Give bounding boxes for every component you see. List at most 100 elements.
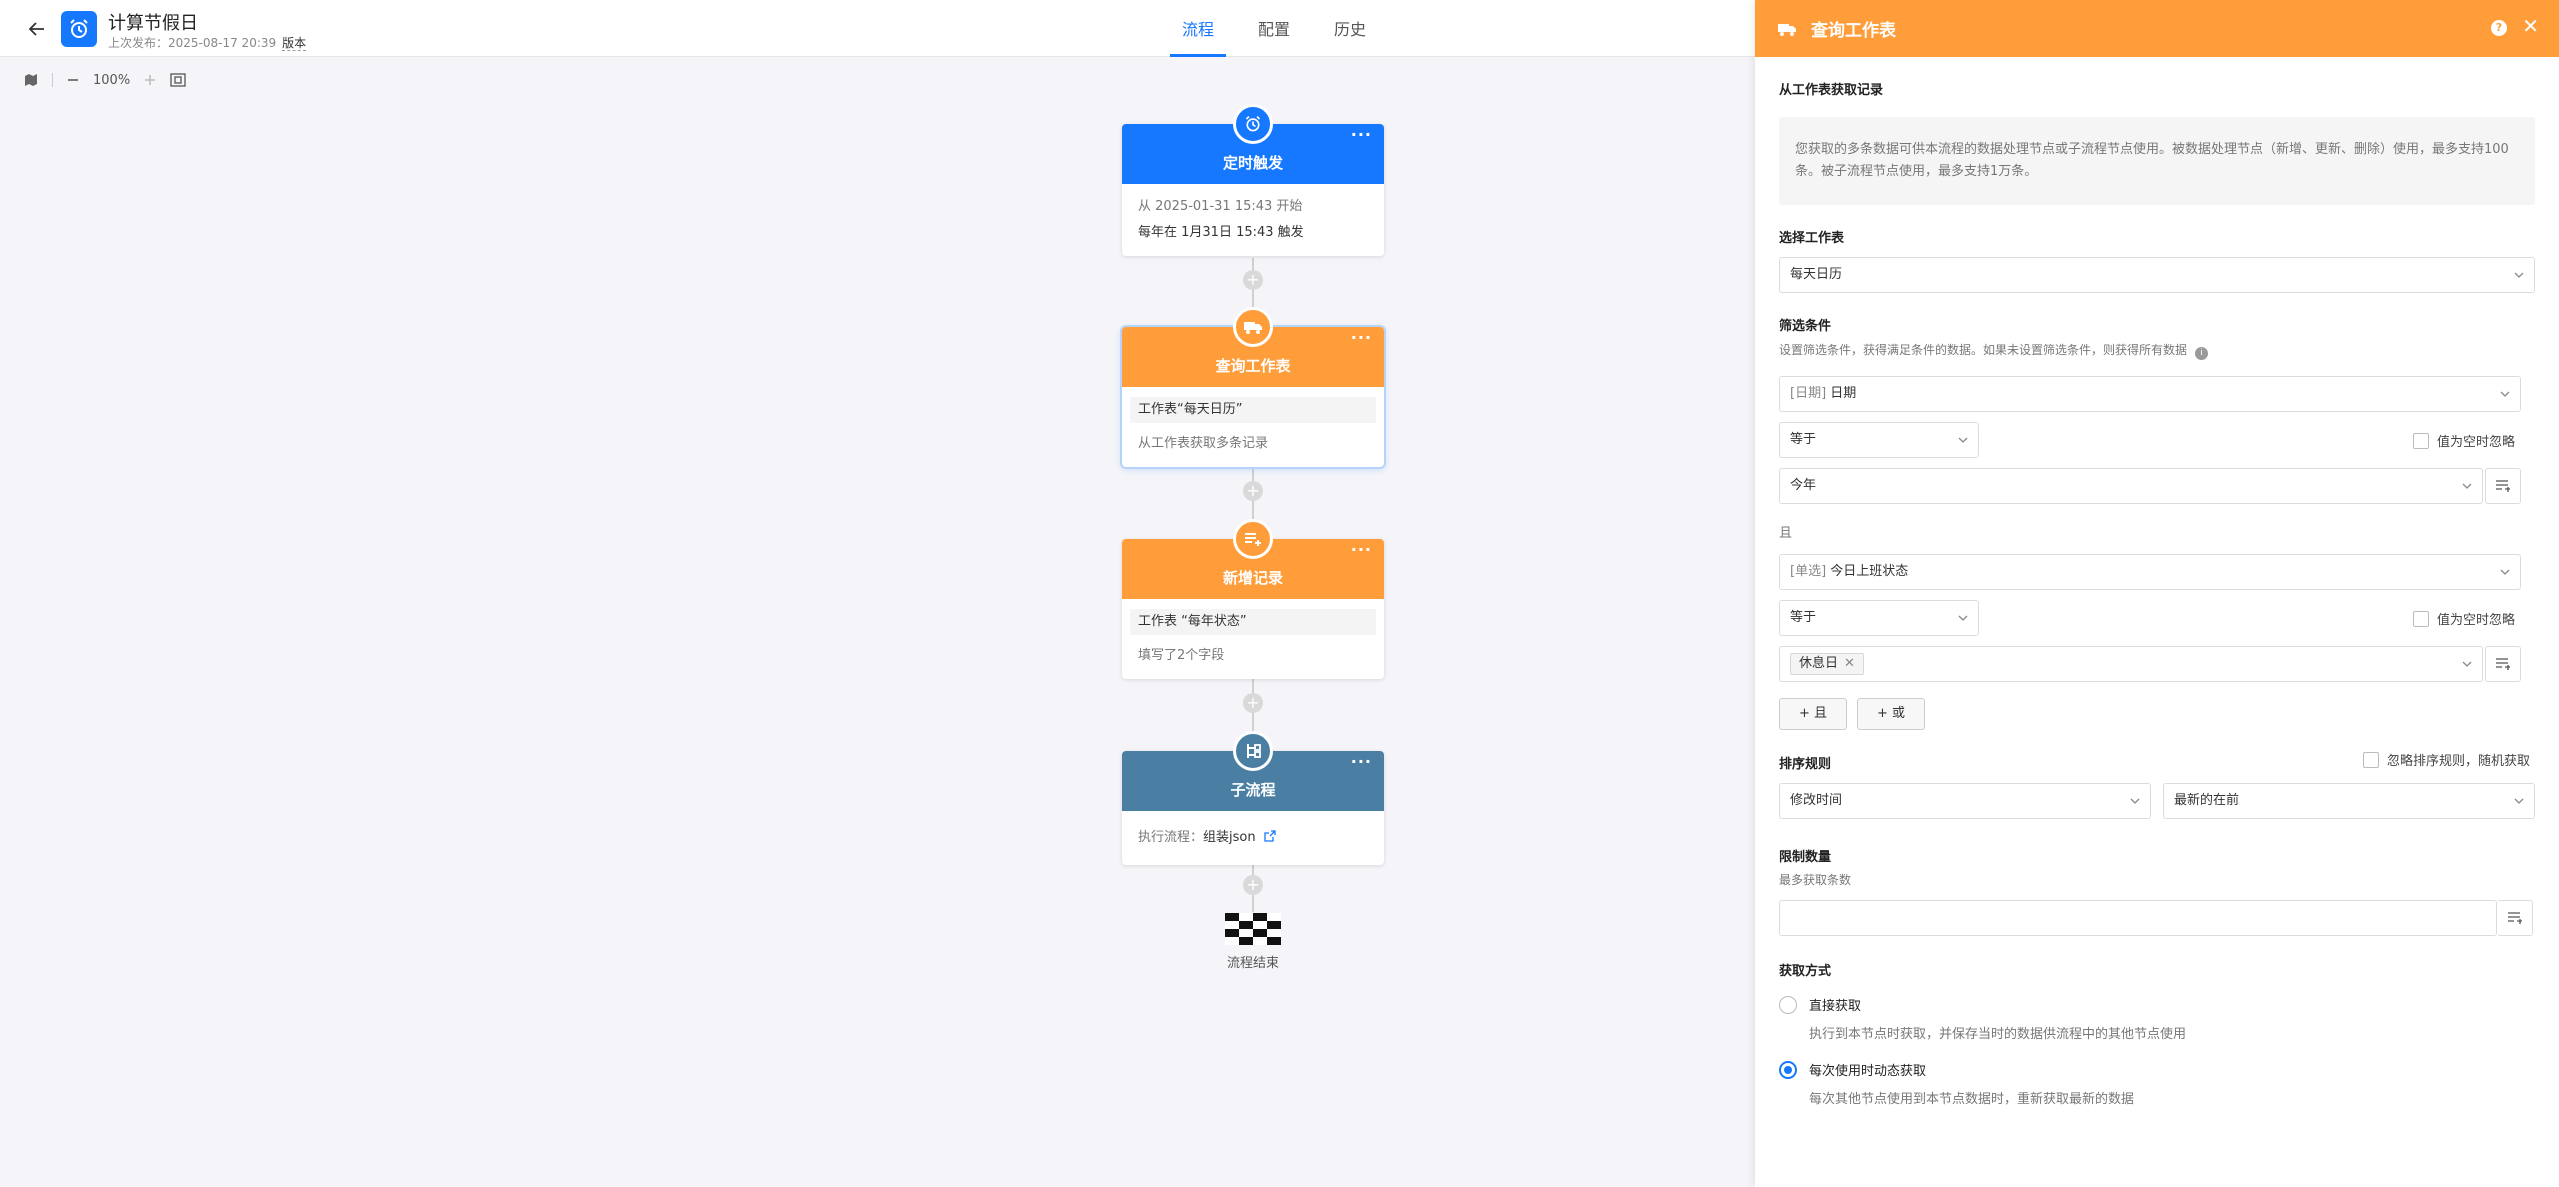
node-timer-trigger[interactable]: 定时触发 ··· 从 2025-01-31 15:43 开始 每年在 1月31日… (1122, 104, 1384, 256)
checkbox-box (2413, 610, 2429, 627)
node-title: 子流程 (1230, 780, 1276, 799)
truck-icon (1778, 23, 1796, 36)
sort-order-select[interactable]: 最新的在前 (2163, 783, 2535, 819)
node-query-sheet[interactable]: 查询工作表 ··· 工作表“每天日历” 从工作表获取多条记录 (1122, 307, 1384, 467)
condition-1-ignore-empty-checkbox[interactable]: 值为空时忽略 (2413, 431, 2515, 450)
add-node-button[interactable]: + (1243, 270, 1263, 290)
minus-icon (68, 79, 78, 81)
node-more-button[interactable]: ··· (1351, 542, 1372, 558)
add-or-condition-button[interactable]: + 或 (1857, 698, 1925, 730)
node-more-button[interactable]: ··· (1351, 330, 1372, 346)
chevron-down-icon (2130, 798, 2140, 804)
node-body: 工作表“每天日历” 从工作表获取多条记录 (1122, 387, 1384, 467)
node-title: 定时触发 (1222, 153, 1283, 172)
app-title: 计算节假日 (108, 13, 198, 34)
limit-input[interactable] (1779, 900, 2497, 936)
condition-1-value-select[interactable]: 今年 (1779, 468, 2483, 504)
chevron-down-icon (1958, 437, 1968, 443)
condition-1-operator-select[interactable]: 等于 (1779, 422, 1979, 458)
sort-field-value: 修改时间 (1790, 793, 1843, 808)
node-subflow[interactable]: 子流程 ··· 执行流程：组装json (1122, 731, 1384, 865)
add-node-button[interactable]: + (1243, 481, 1263, 501)
tab-config[interactable]: 配置 (1246, 0, 1302, 57)
condition-2-operator-select[interactable]: 等于 (1779, 600, 1979, 636)
sort-label: 排序规则 (1779, 757, 1832, 772)
operator-value: 等于 (1790, 432, 1817, 447)
chevron-down-icon (2500, 391, 2510, 397)
remove-tag-icon[interactable]: ✕ (1844, 656, 1855, 671)
node-header: 子流程 ··· (1122, 731, 1384, 811)
sort-order-value: 最新的在前 (2174, 793, 2240, 808)
condition-2-dynamic-value-button[interactable] (2485, 646, 2521, 682)
app-icon (61, 11, 97, 47)
field-type-prefix: [单选] (1790, 564, 1827, 579)
condition-2-ignore-empty-checkbox[interactable]: 值为空时忽略 (2413, 609, 2515, 628)
operator-value: 等于 (1790, 610, 1817, 625)
info-icon[interactable]: i (2194, 347, 2208, 360)
condition-1-field-select[interactable]: [日期] 日期 (1779, 376, 2521, 412)
node-start-time: 从 2025-01-31 15:43 开始 (1138, 199, 1303, 214)
add-node-button[interactable]: + (1243, 693, 1263, 713)
list-add-icon (1245, 533, 1261, 546)
tag-label: 休息日 (1799, 656, 1839, 671)
node-badge (1233, 731, 1273, 771)
node-more-button[interactable]: ··· (1351, 754, 1372, 770)
fetch-dynamic-radio[interactable]: 每次使用时动态获取 (1779, 1060, 1926, 1079)
sort-field-select[interactable]: 修改时间 (1779, 783, 2151, 819)
add-node-button[interactable]: + (1243, 875, 1263, 895)
sheet-select[interactable]: 每天日历 (1779, 257, 2535, 293)
add-and-condition-button[interactable]: + 且 (1779, 698, 1847, 730)
checkbox-box (2413, 432, 2429, 449)
back-button[interactable] (24, 16, 50, 42)
checkbox-label: 值为空时忽略 (2437, 613, 2516, 628)
chevron-down-icon (2500, 569, 2510, 575)
version-link[interactable]: 版本 (282, 36, 307, 51)
node-subflow-info: 执行流程：组装json (1130, 825, 1376, 851)
truck-icon (1244, 322, 1262, 334)
zoom-level: 100% (93, 72, 131, 88)
condition-2-field-select[interactable]: [单选] 今日上班状态 (1779, 554, 2521, 590)
condition-value: 今年 (1790, 478, 1817, 493)
minimap-button[interactable] (24, 73, 38, 87)
map-icon (25, 74, 37, 86)
help-icon[interactable]: ? (2491, 20, 2507, 36)
node-more-button[interactable]: ··· (1351, 127, 1372, 143)
subflow-name: 组装json (1203, 830, 1256, 845)
node-title: 新增记录 (1222, 568, 1283, 587)
tab-flow[interactable]: 流程 (1170, 0, 1227, 57)
node-badge (1233, 519, 1273, 559)
limit-dynamic-value-button[interactable] (2497, 900, 2533, 936)
fit-view-button[interactable] (170, 73, 186, 87)
filter-label: 筛选条件 (1779, 319, 1832, 334)
zoom-out-button[interactable] (67, 74, 79, 86)
publish-time: 上次发布：2025-08-17 20:39 (108, 36, 277, 50)
checkbox-label: 忽略排序规则，随机获取 (2387, 754, 2531, 769)
chevron-down-icon (1958, 615, 1968, 621)
fetch-mode-label: 获取方式 (1779, 964, 1832, 979)
node-add-record[interactable]: 新增记录 ··· 工作表 “每年状态” 填写了2个字段 (1122, 519, 1384, 679)
node-body: 工作表 “每年状态” 填写了2个字段 (1122, 599, 1384, 679)
node-body: 从 2025-01-31 15:43 开始 每年在 1月31日 15:43 触发 (1122, 184, 1384, 256)
value-tag: 休息日 ✕ (1790, 653, 1864, 675)
arrow-left-icon (28, 22, 44, 36)
filter-desc: 设置筛选条件，获得满足条件的数据。如果未设置筛选条件，则获得所有数据 i (1779, 341, 2208, 360)
external-link-icon[interactable] (1264, 830, 1276, 842)
alarm-clock-icon (1245, 116, 1261, 132)
panel-header: 查询工作表 ? ✕ (1755, 0, 2559, 57)
field-type-prefix: [日期] (1790, 386, 1827, 401)
condition-2-value-select[interactable]: 休息日 ✕ (1779, 646, 2483, 682)
zoom-in-button[interactable] (144, 74, 156, 86)
fetch-direct-radio[interactable]: 直接获取 (1779, 995, 1861, 1014)
tab-history[interactable]: 历史 (1322, 0, 1378, 57)
close-icon[interactable]: ✕ (2522, 14, 2539, 38)
checkbox-label: 值为空时忽略 (2437, 435, 2516, 450)
node-schedule: 每年在 1月31日 15:43 触发 (1138, 225, 1304, 240)
condition-1-dynamic-value-button[interactable] (2485, 468, 2521, 504)
toolbar-divider (52, 73, 53, 87)
ignore-sort-checkbox[interactable]: 忽略排序规则，随机获取 (2363, 750, 2530, 769)
node-sheet-name: 工作表“每天日历” (1130, 397, 1376, 423)
node-config-panel: 查询工作表 ? ✕ 从工作表获取记录 您获取的多条数据可供本流程的数据处理节点或… (1755, 0, 2559, 1187)
limit-desc: 最多获取条数 (1779, 873, 1852, 887)
info-box: 您获取的多条数据可供本流程的数据处理节点或子流程节点使用。被数据处理节点（新增、… (1779, 117, 2535, 205)
node-action-desc: 填写了2个字段 (1138, 648, 1225, 663)
